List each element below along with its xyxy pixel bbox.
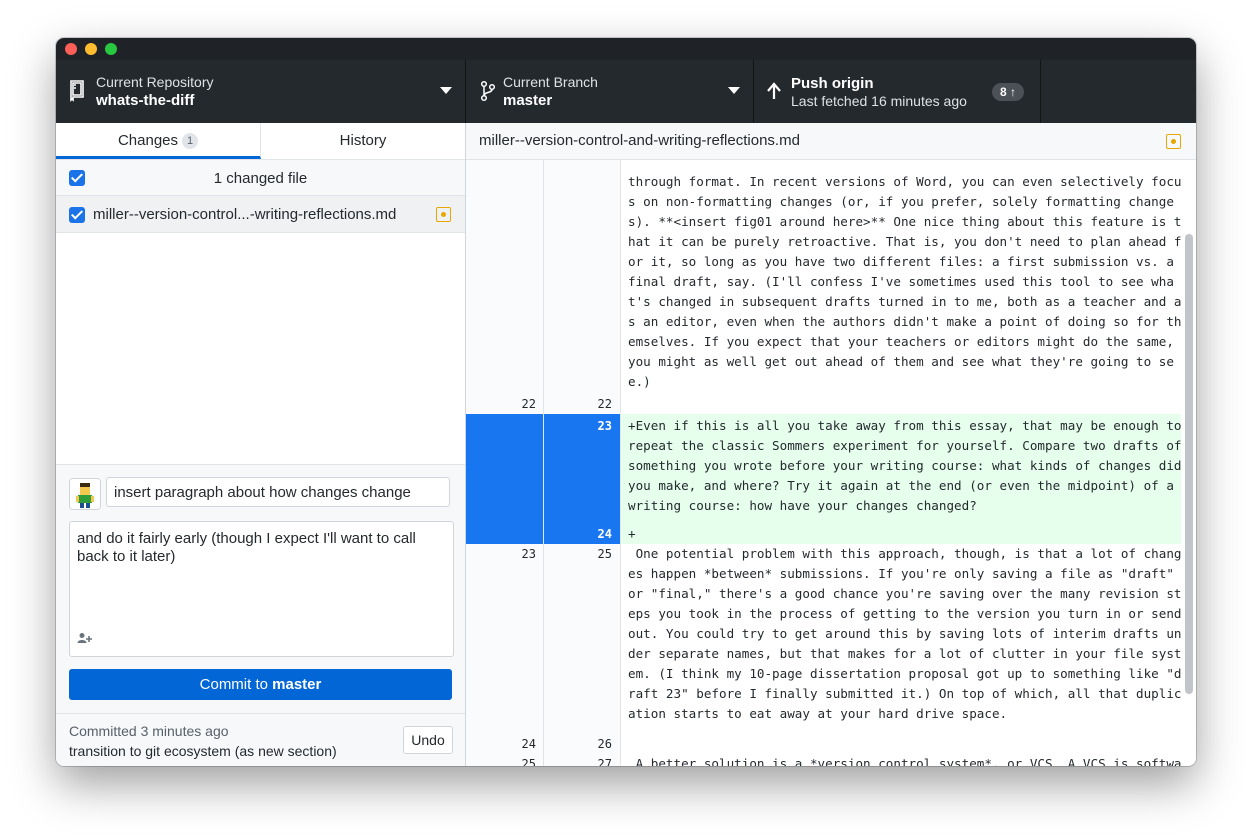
minimize-window-button[interactable] xyxy=(85,43,97,55)
diff-line: +Even if this is all you take away from … xyxy=(628,418,1182,433)
branch-selector[interactable]: Current Branch master xyxy=(466,60,754,123)
toolbar: Current Repository whats-the-diff Curren… xyxy=(56,60,1196,123)
new-line-number: 25 xyxy=(597,547,612,561)
diff-header: miller--version-control-and-writing-refl… xyxy=(466,123,1196,160)
last-commit-message: transition to git ecosystem (as new sect… xyxy=(69,743,337,759)
chevron-down-icon xyxy=(728,87,740,94)
diff-line: you make, and where? Try it again at the… xyxy=(628,478,1174,493)
commit-button-prefix: Commit to xyxy=(199,676,273,693)
diff-panel: miller--version-control-and-writing-refl… xyxy=(466,123,1196,766)
changed-files-header: 1 changed file xyxy=(56,160,465,196)
diff-line: der separate names, but that makes for a… xyxy=(628,646,1182,661)
diff-line: through format. In recent versions of Wo… xyxy=(628,174,1182,189)
diff-line: eps you took in the process of getting t… xyxy=(628,606,1182,621)
tab-history[interactable]: History xyxy=(261,123,465,159)
selected-hunk-new-gutter[interactable] xyxy=(544,414,620,544)
repo-label: Current Repository xyxy=(96,74,214,90)
commit-description-text: and do it fairly early (though I expect … xyxy=(77,530,416,565)
arrow-up-icon xyxy=(767,82,781,99)
commit-summary-input[interactable] xyxy=(106,477,450,507)
user-avatar-icon xyxy=(70,479,100,509)
last-fetched: Last fetched 16 minutes ago xyxy=(791,93,967,109)
old-line-number: 25 xyxy=(521,757,536,766)
diff-line: A better solution is a *version control … xyxy=(628,756,1182,766)
diff-line: something you wrote before your writing … xyxy=(628,458,1182,473)
repo-name: whats-the-diff xyxy=(96,92,195,109)
last-commit-time: Committed 3 minutes ago xyxy=(69,723,229,739)
new-line-number: 26 xyxy=(597,737,612,751)
close-window-button[interactable] xyxy=(65,43,77,55)
diff-line: final draft, say. (I'll confess I've som… xyxy=(628,274,1174,289)
diff-line: em. (I think my 10-page dissertation pro… xyxy=(628,666,1182,681)
add-coauthor-icon[interactable] xyxy=(77,632,93,644)
old-line-number: 23 xyxy=(521,547,536,561)
diff-line: or "final," there's a good chance you're… xyxy=(628,586,1182,601)
old-line-number: 24 xyxy=(521,737,536,751)
ahead-count-badge: 8 ↑ xyxy=(992,83,1025,101)
tab-changes[interactable]: Changes 1 xyxy=(56,123,261,159)
changed-file-name: miller--version-control...-writing-refle… xyxy=(93,206,397,223)
diff-line: s). **<insert fig01 around here>** One n… xyxy=(628,214,1182,229)
avatar xyxy=(69,478,101,510)
new-line-number: 23 xyxy=(597,419,612,433)
new-line-number: 27 xyxy=(597,757,612,766)
diff-line: writing course: how have your changes ch… xyxy=(628,498,977,513)
branch-label: Current Branch xyxy=(503,74,598,90)
zoom-window-button[interactable] xyxy=(105,43,117,55)
diff-line: + xyxy=(628,526,636,541)
chevron-down-icon xyxy=(440,87,452,94)
commit-button[interactable]: Commit to master xyxy=(69,669,452,700)
push-origin-button[interactable]: Push origin Last fetched 16 minutes ago … xyxy=(754,60,1041,123)
diff-line: raft 23" before I finally submitted it.)… xyxy=(628,686,1182,701)
diff-line: t's changed in subsequent drafts turned … xyxy=(628,294,1182,309)
modified-status-icon xyxy=(436,207,451,222)
push-title: Push origin xyxy=(791,75,874,92)
undo-button[interactable]: Undo xyxy=(403,726,453,754)
diff-line: e.) xyxy=(628,374,651,389)
diff-scrollbar[interactable] xyxy=(1185,234,1193,694)
diff-line: you might as well get out ahead of them … xyxy=(628,354,1174,369)
commit-button-branch: master xyxy=(272,676,322,693)
diff-line: out. You could try to get around this by… xyxy=(628,626,1182,641)
diff-line: s an editor, even when the authors didn'… xyxy=(628,314,1182,329)
diff-line: hat it can be purely retroactive. That i… xyxy=(628,234,1182,249)
sidebar-tabs: Changes 1 History xyxy=(56,123,465,160)
diff-line: or it, so long as you have two different… xyxy=(628,254,1174,269)
diff-line: emselves. If you expect that your teache… xyxy=(628,334,1174,349)
file-include-checkbox[interactable] xyxy=(69,207,85,223)
diff-filename: miller--version-control-and-writing-refl… xyxy=(479,132,800,149)
selected-hunk-old-gutter[interactable] xyxy=(466,414,543,544)
changes-count-badge: 1 xyxy=(182,133,199,149)
diff-line: es happen *between* submissions. If you'… xyxy=(628,566,1174,581)
new-line-number: 22 xyxy=(597,397,612,411)
commit-panel: and do it fairly early (though I expect … xyxy=(56,464,465,766)
changed-files-count: 1 changed file xyxy=(213,170,308,187)
changes-sidebar: Changes 1 History 1 changed file miller--… xyxy=(56,123,466,766)
diff-line: ation starts to eat away at your hard dr… xyxy=(628,706,1008,721)
title-bar xyxy=(56,38,1196,60)
repo-icon xyxy=(70,80,84,102)
last-commit-panel: Committed 3 minutes ago transition to gi… xyxy=(56,713,465,766)
diff-line: repeat the classic Sommers experiment fo… xyxy=(628,438,1182,453)
repository-selector[interactable]: Current Repository whats-the-diff xyxy=(56,60,466,123)
branch-icon xyxy=(480,80,496,102)
diff-view[interactable]: through format. In recent versions of Wo… xyxy=(466,160,1196,766)
changed-file-row[interactable]: miller--version-control...-writing-refle… xyxy=(56,196,465,233)
app-window: Current Repository whats-the-diff Curren… xyxy=(56,38,1196,766)
branch-name: master xyxy=(503,92,553,109)
diff-line: s on non-formatting changes (or, if you … xyxy=(628,194,1174,209)
modified-status-icon xyxy=(1166,134,1181,149)
old-line-number: 22 xyxy=(521,397,536,411)
diff-line: One potential problem with this approach… xyxy=(628,546,1182,561)
commit-description-field[interactable]: and do it fairly early (though I expect … xyxy=(69,521,454,657)
tab-changes-label: Changes xyxy=(117,132,179,149)
new-line-number: 24 xyxy=(597,527,612,541)
